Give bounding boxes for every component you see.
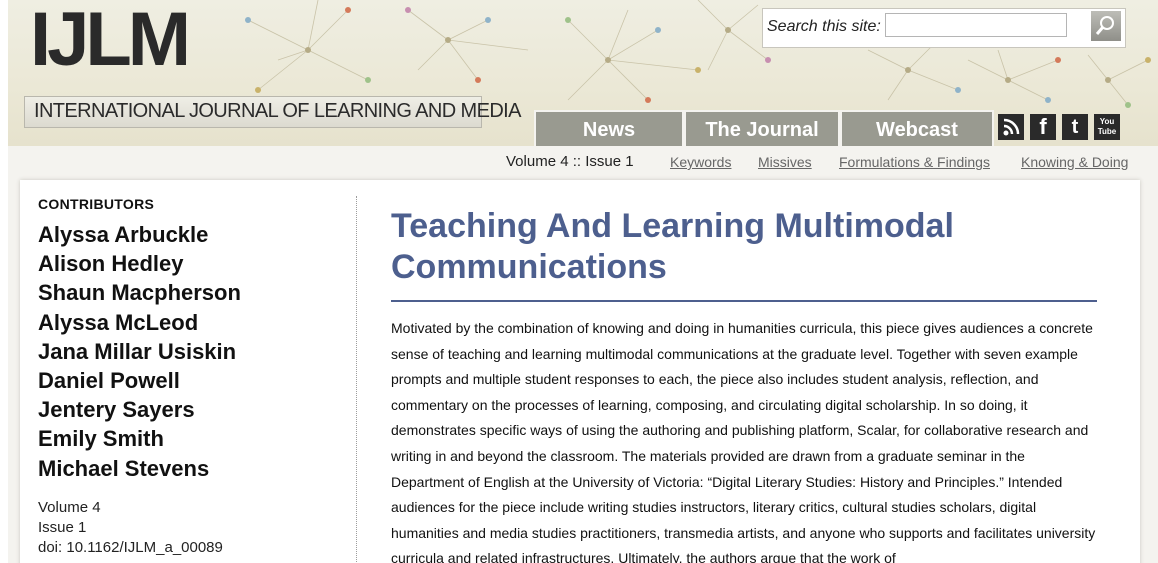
search-form: Search this site: (762, 8, 1126, 48)
contributor-name: Shaun Macpherson (38, 280, 241, 306)
meta-issue: Issue 1 (38, 519, 87, 536)
contributor-name: Jana Millar Usiskin (38, 338, 237, 364)
contributor-name: Jentery Sayers (38, 397, 195, 423)
title-rule (391, 300, 1097, 302)
meta-volume: Volume 4 (38, 499, 101, 516)
subnav-link-missives[interactable]: Missives (758, 154, 812, 170)
nav-tab-news[interactable]: News (534, 110, 684, 146)
contributors-heading: CONTRIBUTORS (38, 196, 155, 212)
site-header: IJLM INTERNATIONAL JOURNAL OF LEARNING A… (8, 0, 1158, 146)
article-metadata: Volume 4 Issue 1 doi: 10.1162/IJLM_a_000… (38, 498, 223, 558)
contributor-name: Alison Hedley (38, 251, 184, 277)
current-issue: Volume 4 :: Issue 1 (506, 153, 634, 170)
site-logo[interactable]: IJLM (30, 2, 191, 78)
twitter-icon[interactable]: t (1062, 114, 1088, 140)
issue-subnav: Volume 4 :: Issue 1 Keywords Missives Fo… (8, 146, 1158, 178)
contributors-list: Alyssa Arbuckle Alison Hedley Shaun Macp… (38, 220, 241, 483)
facebook-icon[interactable]: f (1030, 114, 1056, 140)
site-subtitle: INTERNATIONAL JOURNAL OF LEARNING AND ME… (34, 100, 521, 122)
column-divider (356, 196, 357, 563)
search-button[interactable] (1091, 11, 1121, 41)
search-label: Search this site: (767, 18, 881, 35)
subnav-link-formulations-findings[interactable]: Formulations & Findings (839, 154, 990, 170)
article-title: Teaching And Learning Multimodal Communi… (391, 207, 954, 286)
subnav-link-keywords[interactable]: Keywords (670, 154, 731, 170)
nav-tab-the-journal[interactable]: The Journal (684, 110, 840, 146)
contributor-name: Michael Stevens (38, 455, 210, 481)
meta-doi: doi: 10.1162/IJLM_a_00089 (38, 539, 223, 556)
article-abstract: Motivated by the combination of knowing … (391, 320, 1096, 563)
contributor-name: Daniel Powell (38, 367, 180, 393)
contributors-sidebar: CONTRIBUTORS Alyssa Arbuckle Alison Hedl… (20, 180, 356, 563)
contributor-name: Alyssa McLeod (38, 309, 199, 335)
search-input[interactable] (885, 13, 1067, 37)
subnav-link-knowing-doing[interactable]: Knowing & Doing (1021, 154, 1128, 170)
contributor-name: Alyssa Arbuckle (38, 222, 209, 247)
content-card: CONTRIBUTORS Alyssa Arbuckle Alison Hedl… (20, 180, 1140, 563)
rss-icon[interactable] (998, 114, 1024, 140)
contributor-name: Emily Smith (38, 426, 164, 452)
youtube-icon[interactable]: You Tube (1094, 114, 1120, 140)
page-frame: IJLM INTERNATIONAL JOURNAL OF LEARNING A… (8, 0, 1158, 563)
search-icon (1095, 16, 1114, 35)
nav-tab-webcast[interactable]: Webcast (840, 110, 994, 146)
